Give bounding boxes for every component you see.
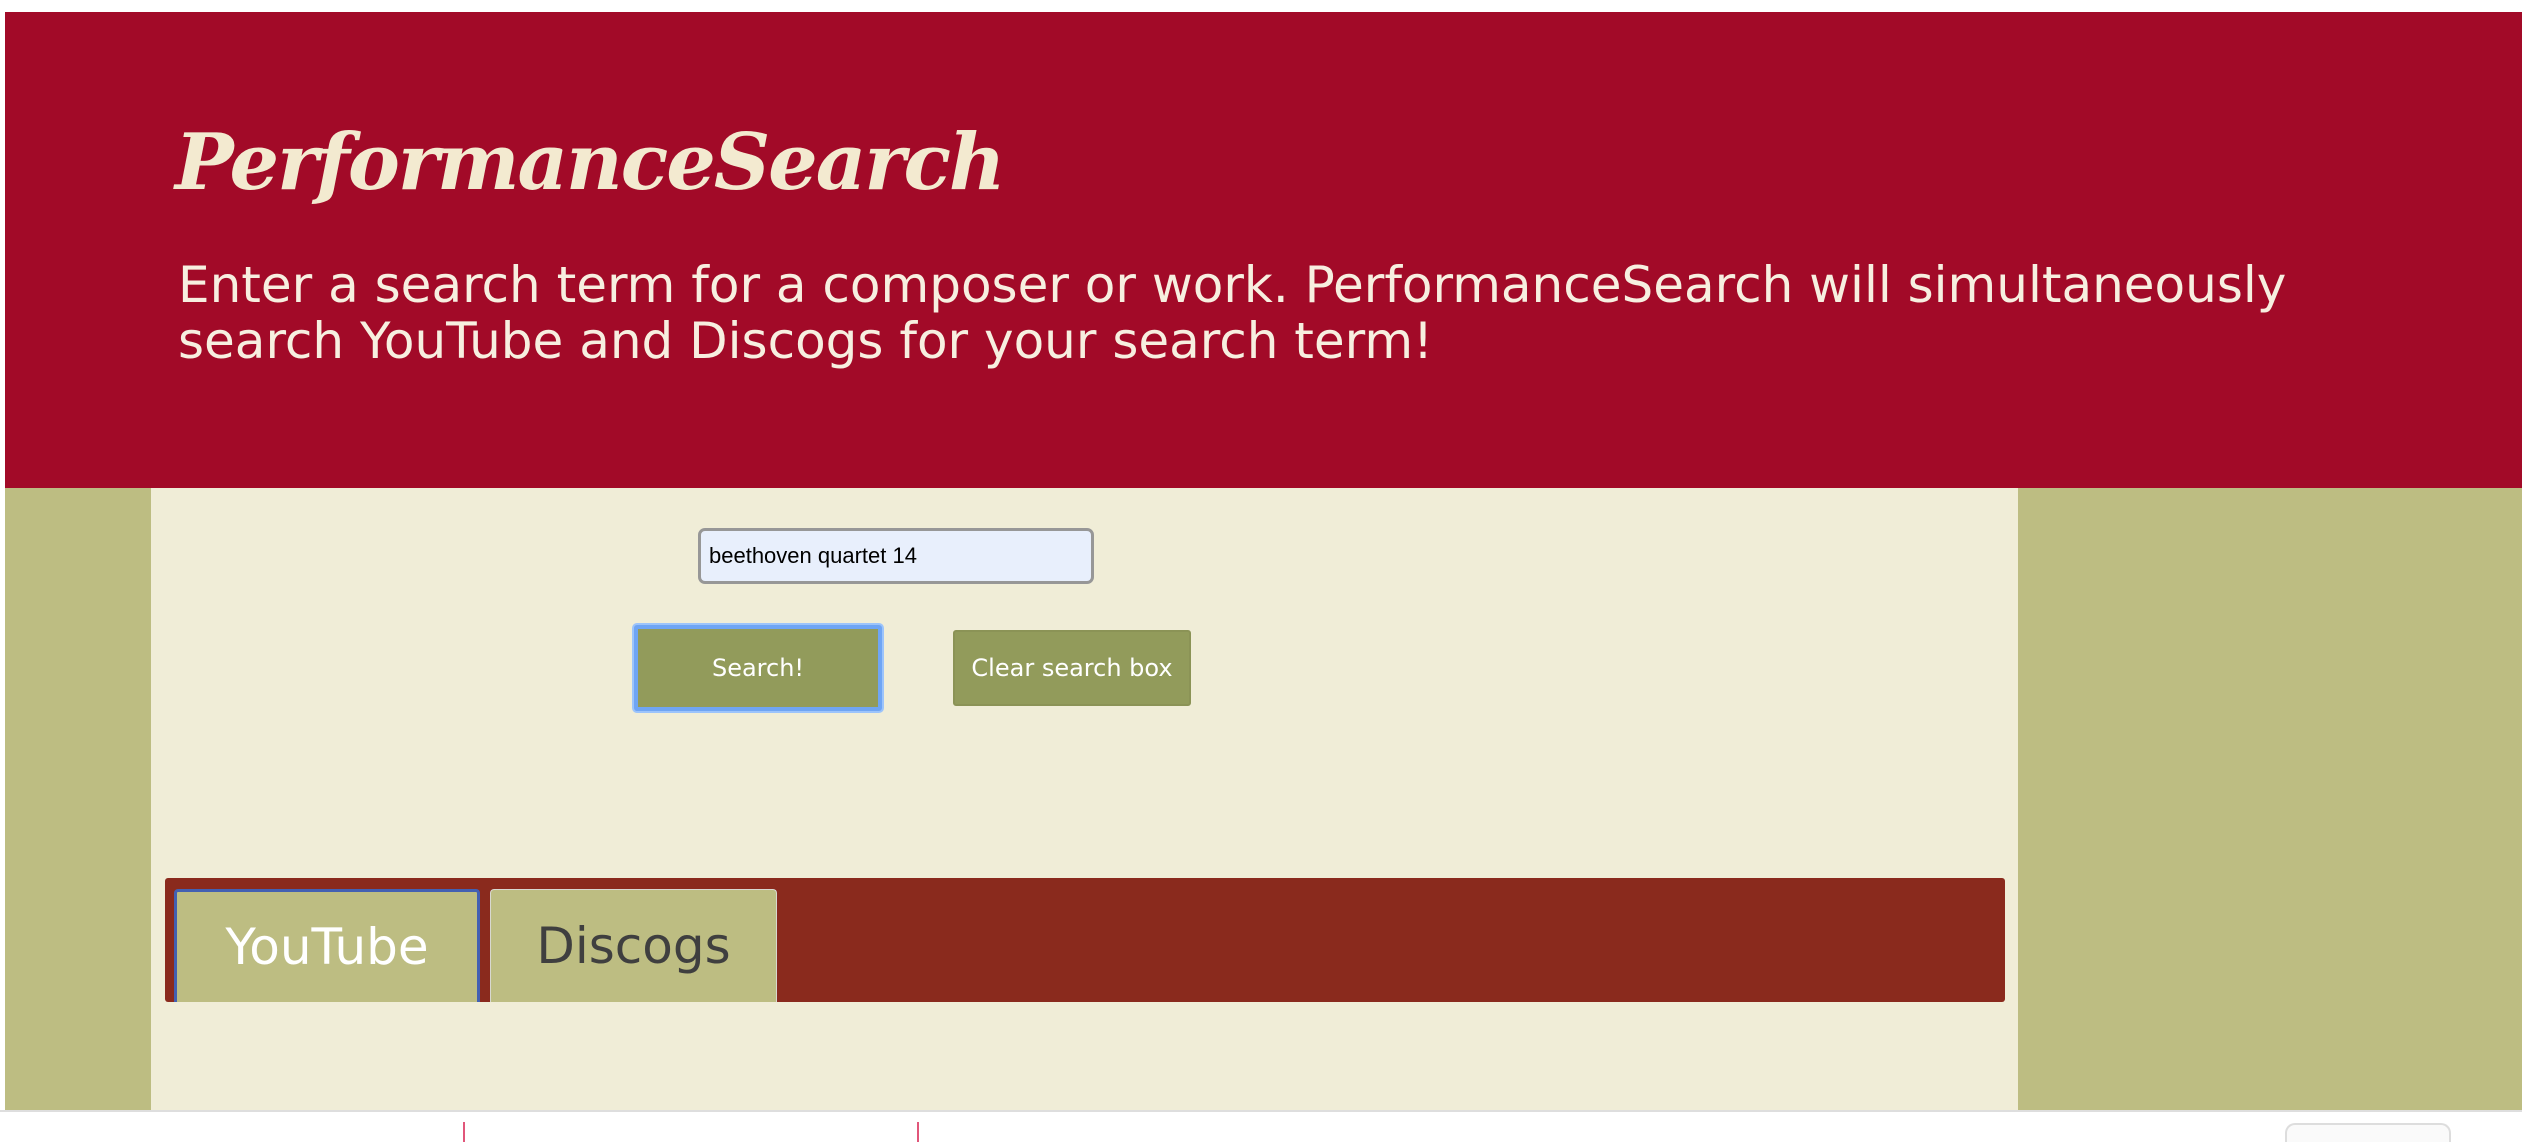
bottom-strip (0, 1110, 2522, 1142)
divider-mark (463, 1122, 465, 1142)
clear-search-button[interactable]: Clear search box (953, 630, 1191, 706)
bottom-right-control (2285, 1123, 2451, 1142)
page-description: Enter a search term for a composer or wo… (178, 256, 2287, 370)
page-title: PerformanceSearch (175, 117, 1006, 208)
tab-youtube[interactable]: YouTube (174, 889, 480, 1002)
search-input[interactable] (698, 528, 1094, 584)
tab-discogs[interactable]: Discogs (490, 889, 777, 1002)
divider-mark (917, 1122, 919, 1142)
search-button[interactable]: Search! (634, 625, 882, 711)
page-header: PerformanceSearch Enter a search term fo… (5, 12, 2522, 488)
top-edge (0, 0, 2522, 12)
